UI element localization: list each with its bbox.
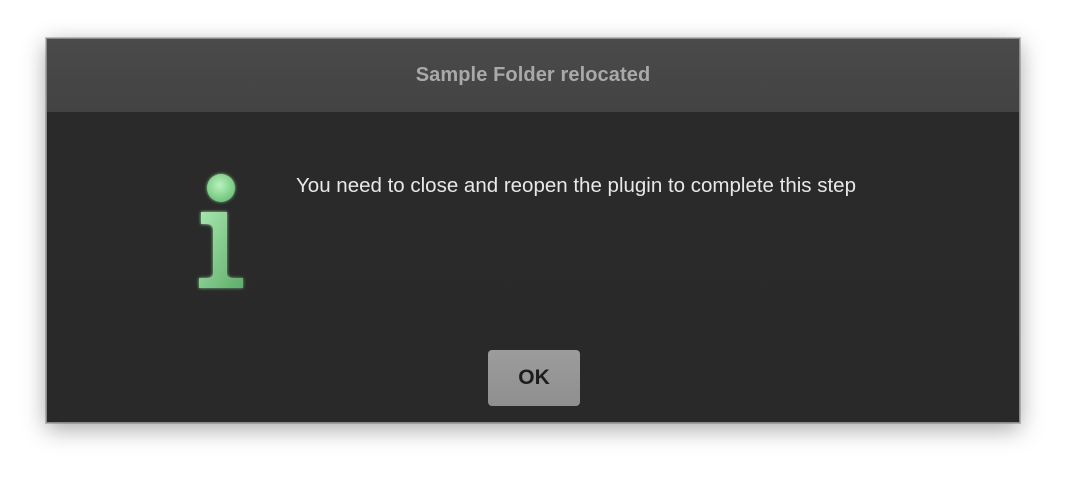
dialog-body: You need to close and reopen the plugin … bbox=[47, 112, 1019, 422]
dialog-message: You need to close and reopen the plugin … bbox=[296, 174, 856, 197]
ok-button[interactable]: OK bbox=[488, 350, 580, 406]
alert-dialog: Sample Folder relocated You need to clos… bbox=[46, 38, 1020, 423]
info-icon bbox=[199, 174, 243, 288]
dialog-title-bar: Sample Folder relocated bbox=[47, 39, 1019, 112]
dialog-title: Sample Folder relocated bbox=[415, 64, 651, 86]
